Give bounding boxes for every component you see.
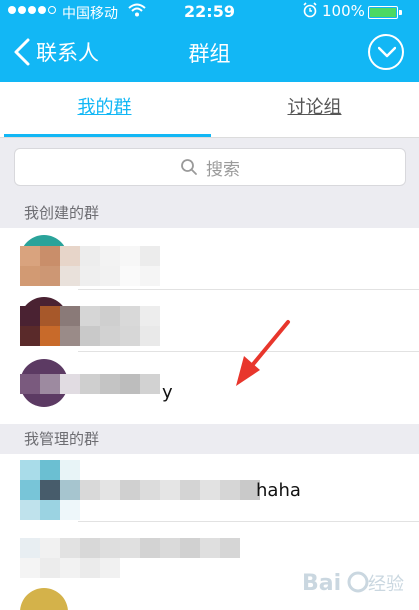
- navigation-bar: 联系人 群组: [0, 24, 419, 82]
- arrow-annotation-icon: [236, 320, 290, 386]
- header-bar: 中国移动 22:59 100% 联系人 群组: [0, 0, 419, 82]
- blurred-group-name: [20, 538, 240, 558]
- group-row[interactable]: haha: [0, 454, 419, 522]
- search-section: 搜索: [0, 138, 419, 198]
- group-avatar: [20, 588, 68, 610]
- group-name: y: [162, 382, 173, 403]
- back-label: 联系人: [36, 41, 99, 65]
- svg-text:Bai: Bai: [302, 571, 341, 596]
- blurred-group-avatar: [20, 460, 80, 482]
- group-row[interactable]: [0, 228, 419, 290]
- group-name: haha: [256, 480, 301, 501]
- blurred-group-name: [20, 374, 160, 394]
- battery-percent: 100%: [322, 2, 365, 20]
- tab-discussion-groups-label: 讨论组: [287, 97, 342, 118]
- group-row[interactable]: [0, 290, 419, 352]
- battery-tip: [399, 10, 402, 15]
- blurred-group-name-lower: [20, 500, 80, 520]
- alarm-icon: [302, 2, 318, 22]
- more-menu-button[interactable]: [368, 34, 404, 70]
- blurred-group-name-lower: [20, 326, 160, 346]
- tab-discussion-groups[interactable]: 讨论组: [210, 82, 419, 138]
- tab-my-groups[interactable]: 我的群: [0, 82, 209, 138]
- blurred-group-name-lower: [20, 558, 120, 578]
- battery-icon: [368, 6, 398, 19]
- section-header-created-groups: 我创建的群: [0, 198, 419, 228]
- active-tab-indicator: [4, 134, 211, 137]
- group-row[interactable]: y: [0, 352, 419, 414]
- chevron-left-icon: [14, 38, 30, 66]
- tab-my-groups-label: 我的群: [77, 97, 132, 118]
- chevron-down-circle-icon: [378, 46, 396, 58]
- blurred-group-name: [20, 306, 160, 326]
- section-header-managed-groups: 我管理的群: [0, 424, 419, 454]
- blurred-group-name-lower: [20, 266, 160, 286]
- status-bar: 中国移动 22:59 100%: [0, 0, 419, 24]
- back-button[interactable]: 联系人: [12, 32, 99, 72]
- search-placeholder: 搜索: [206, 159, 240, 180]
- blurred-group-name: [20, 480, 260, 500]
- svg-text:经验: 经验: [368, 574, 404, 595]
- search-icon: [181, 159, 197, 175]
- search-input[interactable]: 搜索: [14, 148, 406, 186]
- watermark-logo-icon: Bai 经验: [302, 571, 404, 596]
- tab-bar: 我的群 讨论组: [0, 82, 419, 138]
- blurred-group-name: [20, 246, 160, 266]
